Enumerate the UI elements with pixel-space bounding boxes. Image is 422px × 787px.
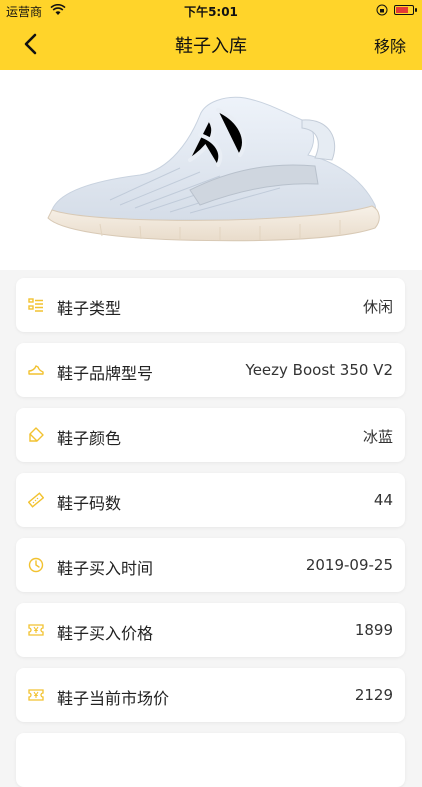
list-icon <box>28 298 43 312</box>
field-label: 鞋子买入价格 <box>57 624 154 643</box>
field-row-color[interactable]: 鞋子颜色 冰蓝 <box>16 408 405 462</box>
shoe-icon <box>28 365 44 375</box>
field-value: 44 <box>373 491 393 509</box>
field-row-purchase-date[interactable]: 鞋子买入时间 2019-09-25 <box>16 538 405 592</box>
rotation-lock-icon <box>376 4 388 16</box>
remove-button[interactable]: 移除 <box>374 33 406 57</box>
field-row-market-price[interactable]: 鞋子当前市场价 2129 <box>16 668 405 722</box>
field-row-size[interactable]: 鞋子码数 44 <box>16 473 405 527</box>
field-row-purchase-price[interactable]: 鞋子买入价格 1899 <box>16 603 405 657</box>
clock-icon <box>28 557 44 573</box>
yen-ticket-icon <box>28 624 44 636</box>
battery-icon <box>394 5 417 15</box>
ruler-icon <box>28 492 44 508</box>
page-title: 鞋子入库 <box>175 36 247 57</box>
field-label: 鞋子品牌型号 <box>57 364 154 383</box>
field-row-brand-model[interactable]: 鞋子品牌型号 Yeezy Boost 350 V2 <box>16 343 405 397</box>
field-label: 鞋子类型 <box>57 299 122 318</box>
field-value: 休闲 <box>362 298 393 316</box>
status-bar: 运营商 下午5:01 <box>0 0 422 22</box>
field-label: 鞋子颜色 <box>57 429 122 448</box>
yen-ticket-icon <box>28 689 44 701</box>
status-time: 下午5:01 <box>184 5 238 19</box>
sneaker-image[interactable] <box>40 80 385 260</box>
battery-level <box>396 7 408 13</box>
field-value: 冰蓝 <box>362 428 393 446</box>
field-value: 2019-09-25 <box>305 556 393 574</box>
nav-bar: 鞋子入库 移除 <box>0 22 422 66</box>
top-bar: 运营商 下午5:01 鞋子入库 移除 <box>0 0 422 70</box>
tag-icon <box>29 427 44 442</box>
field-label: 鞋子码数 <box>57 494 122 513</box>
field-row-type[interactable]: 鞋子类型 休闲 <box>16 278 405 332</box>
field-value: 1899 <box>354 621 393 639</box>
field-label: 鞋子当前市场价 <box>57 689 170 708</box>
field-row-partial[interactable] <box>16 733 405 787</box>
field-label: 鞋子买入时间 <box>57 559 154 578</box>
shoe-image-area <box>0 70 422 270</box>
field-value: Yeezy Boost 350 V2 <box>245 361 393 379</box>
field-value: 2129 <box>354 686 393 704</box>
